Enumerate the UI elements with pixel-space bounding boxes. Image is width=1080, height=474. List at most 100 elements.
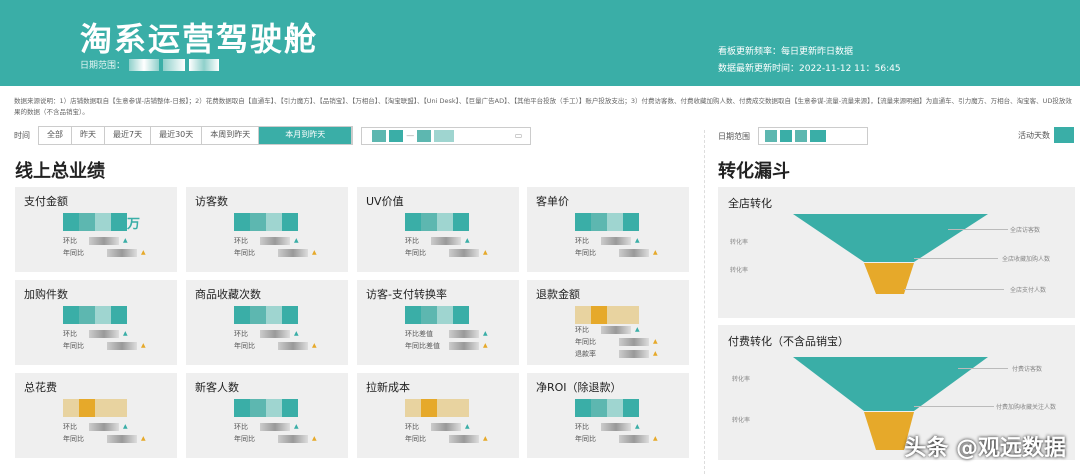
leader-line [904, 289, 1004, 290]
trend-icon: ▲ [141, 342, 146, 349]
metric-card: 新客人数 环比 ▲ 年同比 ▲ [186, 373, 348, 458]
metric-compare-row: 年同比 ▲ [63, 340, 146, 352]
compare-label: 环比 [63, 330, 77, 338]
metric-card: 拉新成本 环比 ▲ 年同比 ▲ [357, 373, 519, 458]
right-date-picker[interactable] [758, 127, 868, 145]
compare-label: 环比 [405, 237, 419, 245]
metric-value-blurred [63, 306, 127, 324]
active-days-value[interactable] [1054, 127, 1074, 143]
blurred-value [278, 342, 308, 350]
calendar-icon: ▭ [514, 131, 523, 140]
blurred-date [129, 58, 160, 71]
update-frequency: 看板更新频率：每日更新昨日数据 [718, 47, 854, 57]
conversion-rate-label: 转化率 [732, 417, 751, 424]
compare-label: 环比 [63, 237, 77, 245]
compare-label: 环比 [575, 326, 589, 334]
metric-compare-row: 环比 ▲ [405, 235, 488, 247]
blurred-date [163, 58, 186, 71]
trend-icon: ▲ [294, 423, 299, 430]
metric-compare-row: 年同比 ▲ [575, 336, 658, 348]
metric-title: 加购件数 [24, 288, 68, 301]
compare-label: 年同比 [405, 435, 426, 443]
funnel-stage-label: 付费访客数 [1012, 366, 1043, 373]
time-option[interactable]: 本周到昨天 [202, 127, 260, 144]
metric-title: UV价值 [366, 195, 404, 208]
trend-icon: ▲ [465, 423, 470, 430]
metric-value-blurred [234, 306, 298, 324]
funnel-stage-label: 全店收藏加购人数 [1002, 256, 1051, 263]
metric-compare-row: 年同比 ▲ [575, 433, 658, 445]
compare-label: 年同比 [234, 342, 255, 350]
compare-label: 环比 [234, 423, 248, 431]
time-option[interactable]: 最近7天 [105, 127, 152, 144]
funnel-stage-label: 全店访客数 [1010, 227, 1041, 234]
active-days-label: 活动天数 [1018, 130, 1050, 140]
metric-value-blurred: 万 [63, 213, 140, 232]
blurred-value [431, 423, 461, 431]
metric-value-blurred [575, 213, 639, 231]
trend-icon: ▲ [635, 326, 640, 333]
metric-compare-row: 年同比 ▲ [234, 340, 317, 352]
blurred-value [89, 237, 119, 245]
header-date-range: 日期范围： [80, 58, 220, 71]
blurred-value [619, 435, 649, 443]
metric-compare-row: 年同比差值 ▲ [405, 340, 488, 352]
right-filter: 日期范围 [718, 127, 868, 145]
blurred-value [107, 342, 137, 350]
time-option[interactable]: 本月到昨天 [259, 127, 353, 144]
time-filter: 时间 全部 昨天 最近7天 最近30天 本周到昨天 本月到昨天 — ▭ [14, 126, 532, 145]
section-title-performance: 线上总业绩 [15, 161, 105, 182]
compare-label: 环比 [575, 423, 589, 431]
funnel-stage-label: 付费加购收藏关注人数 [996, 404, 1057, 411]
metric-title: 净ROI（除退款） [536, 381, 622, 394]
blurred-value [107, 249, 137, 257]
trend-icon: ▲ [653, 435, 658, 442]
metric-compare-row: 年同比 ▲ [405, 433, 488, 445]
trend-icon: ▲ [653, 350, 658, 357]
metric-card: 商品收藏次数 环比 ▲ 年同比 ▲ [186, 280, 348, 365]
leader-line [914, 406, 994, 407]
blurred-date [189, 58, 220, 71]
metric-compare-row: 环比 ▲ [575, 421, 658, 433]
metric-title: 退款金额 [536, 288, 580, 301]
metric-card: 客单价 环比 ▲ 年同比 ▲ [527, 187, 689, 272]
metric-card: 退款金额 环比 ▲ 年同比 ▲ 退款率 ▲ [527, 280, 689, 365]
blurred-value [601, 237, 631, 245]
metric-compare-row: 环比 ▲ [405, 421, 488, 433]
compare-label: 环比 [234, 237, 248, 245]
time-option[interactable]: 昨天 [72, 127, 105, 144]
watermark: 头条 @观远数据 [904, 436, 1066, 461]
trend-icon: ▲ [141, 249, 146, 256]
time-option[interactable]: 最近30天 [151, 127, 203, 144]
leader-line [948, 229, 1008, 230]
blurred-value [431, 237, 461, 245]
metric-title: 拉新成本 [366, 381, 410, 394]
metric-card: 总花费 环比 ▲ 年同比 ▲ [15, 373, 177, 458]
funnel-chart [793, 214, 988, 294]
trend-icon: ▲ [312, 435, 317, 442]
metric-value-blurred [405, 399, 469, 417]
metric-card: 支付金额万环比 ▲ 年同比 ▲ [15, 187, 177, 272]
metric-title: 支付金额 [24, 195, 68, 208]
trend-icon: ▲ [635, 237, 640, 244]
compare-label: 年同比 [575, 435, 596, 443]
metric-compare-row: 环比 ▲ [575, 235, 658, 247]
time-segment: 全部 昨天 最近7天 最近30天 本周到昨天 本月到昨天 [38, 126, 354, 145]
funnel-stage-label: 全店支付人数 [1010, 287, 1047, 294]
compare-label: 年同比 [575, 249, 596, 257]
metric-compare-row: 环比 ▲ [63, 421, 146, 433]
trend-icon: ▲ [312, 249, 317, 256]
funnel-stage-visitors [793, 214, 988, 262]
time-option[interactable]: 全部 [39, 127, 72, 144]
page-title: 淘系运营驾驶舱 [80, 20, 319, 58]
trend-icon: ▲ [483, 330, 488, 337]
blurred-value [278, 249, 308, 257]
blurred-value [601, 326, 631, 334]
metric-compare-row: 环比 ▲ [234, 235, 317, 247]
trend-icon: ▲ [653, 249, 658, 256]
metric-compare-row: 年同比 ▲ [575, 247, 658, 259]
blurred-value [278, 435, 308, 443]
date-picker[interactable]: — ▭ [361, 126, 532, 145]
metric-value-blurred [234, 213, 298, 231]
blurred-value [449, 342, 479, 350]
